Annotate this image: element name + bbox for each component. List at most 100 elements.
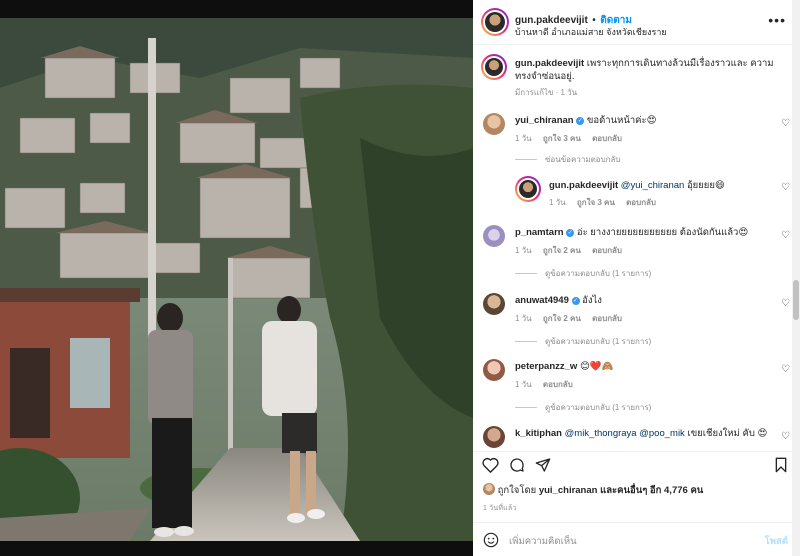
post-photo[interactable] [0, 18, 473, 541]
reply-meta: 1 วัน ถูกใจ 3 คน ตอบกลับ [549, 196, 665, 209]
comment-username[interactable]: p_namtarn [515, 227, 564, 238]
post-comment-button[interactable]: โพสต์ [765, 534, 788, 549]
reply-body: อุ้ยยยย😄 [686, 180, 725, 191]
post-side-panel: gun.pakdeevijit • ติดตาม บ้านหาดี อำเภอแ… [473, 0, 800, 556]
post-timestamp[interactable]: 1 วันที่แล้ว [483, 503, 517, 514]
caption-meta: มีการแก้ไข · 1 วัน [515, 88, 578, 97]
location-link[interactable]: บ้านหาดี อำเภอแม่สาย จังหวัดเชียงราย [515, 25, 667, 39]
hide-replies-button[interactable]: ซ่อนข้อความตอบกลับ [515, 153, 621, 166]
comment-reply-button[interactable]: ตอบกลับ [592, 246, 622, 255]
bookmark-icon[interactable] [774, 457, 788, 478]
replies-toggle-label: ซ่อนข้อความตอบกลับ [545, 155, 621, 164]
verified-badge-icon: ✓ [571, 297, 580, 305]
comment-like-heart-icon[interactable]: ♡ [781, 431, 790, 442]
replies-divider [515, 407, 537, 409]
reply-text: gun.pakdeevijit @yui_chiranan อุ้ยยยย😄 [549, 179, 769, 192]
comment-item: anuwat4949 ✓ อังไง 1 วัน ถูกใจ 2 คน ตอบก… [473, 290, 800, 352]
caption-text: gun.pakdeevijit เพราะทุกการเดินทางล้วนมี… [515, 57, 785, 83]
reply-mention-link[interactable]: @yui_chiranan [621, 180, 685, 191]
add-comment-bar: โพสต์ [473, 522, 800, 556]
replies-divider [515, 341, 537, 343]
comment-icon[interactable] [509, 457, 525, 478]
comment-input[interactable] [507, 532, 751, 550]
comment-reply-button[interactable]: ตอบกลับ [592, 314, 622, 323]
comment-body: อ่ะ ยางงายยยยยยยยยยย ต้องนัดกันแล้ว😍 [576, 227, 749, 238]
comment-avatar[interactable] [483, 293, 505, 315]
comment-reply-button[interactable]: ตอบกลับ [543, 380, 573, 389]
comment-item: yui_chiranan ✓ ขอด้านหน้าค่ะ😍 1 วัน ถูกใ… [473, 110, 800, 170]
scrollbar-thumb[interactable] [793, 280, 799, 320]
comment-avatar[interactable] [483, 359, 505, 381]
comment-meta: 1 วัน ถูกใจ 2 คน ตอบกลับ [515, 244, 631, 257]
view-replies-button[interactable]: ดูข้อความตอบกลับ (1 รายการ) [515, 401, 651, 414]
liker-username[interactable]: yui_chiranan [539, 485, 598, 496]
comment-username[interactable]: k_kitiphan [515, 428, 562, 439]
page-scrollbar[interactable] [792, 0, 800, 556]
comment-reply-button[interactable]: ตอบกลับ [592, 134, 622, 143]
more-options-icon[interactable]: ••• [768, 12, 786, 28]
reply-like-heart-icon[interactable]: ♡ [781, 182, 790, 193]
comment-username[interactable]: anuwat4949 [515, 295, 569, 306]
post-actions-bar [473, 451, 800, 478]
caption-username[interactable]: gun.pakdeevijit [515, 58, 584, 69]
comment-like-heart-icon[interactable]: ♡ [781, 298, 790, 309]
comment-text: k_kitiphan @mik_thongraya @poo_mik เขยเช… [515, 427, 780, 440]
replies-divider [515, 159, 537, 161]
comment-body: อังไง [582, 295, 602, 306]
photo-illustration [0, 18, 473, 541]
share-icon[interactable] [535, 457, 551, 478]
replies-toggle-label: ดูข้อความตอบกลับ (1 รายการ) [545, 403, 652, 412]
comment-likes-button[interactable]: ถูกใจ 2 คน [543, 314, 581, 323]
likes-count-link[interactable]: และคนอื่นๆ อีก 4,776 คน [600, 485, 703, 496]
comment-like-heart-icon[interactable]: ♡ [781, 364, 790, 375]
comment-meta: 1 วัน ตอบกลับ [515, 378, 582, 391]
caption-row: gun.pakdeevijit เพราะทุกการเดินทางล้วนมี… [473, 54, 800, 104]
caption-avatar[interactable] [481, 54, 507, 80]
comment-text: peterpanzz_w 😊❤️🙈 [515, 360, 765, 373]
comment-like-heart-icon[interactable]: ♡ [781, 230, 790, 241]
comment-avatar[interactable] [483, 426, 505, 448]
reply-time: 1 วัน [549, 198, 566, 207]
comment-text: anuwat4949 ✓ อังไง [515, 294, 765, 307]
comment-mention-link[interactable]: @mik_thongraya [565, 428, 637, 439]
comment-mention-link[interactable]: @poo_mik [639, 428, 685, 439]
verified-badge-icon: ✓ [576, 117, 585, 125]
comment-time: 1 วัน [515, 246, 532, 255]
verified-badge-icon: ✓ [566, 229, 575, 237]
comment-body: เขยเชียงใหม่ คับ 😍 [687, 428, 768, 439]
comment-text: yui_chiranan ✓ ขอด้านหน้าค่ะ😍 [515, 114, 765, 127]
comment-meta: 1 วัน ถูกใจ 2 คน ตอบกลับ [515, 312, 631, 325]
likes-prefix: ถูกใจโดย [497, 485, 537, 496]
comment-item: peterpanzz_w 😊❤️🙈 1 วัน ตอบกลับ ♡ ดูข้อค… [473, 356, 800, 418]
comment-time: 1 วัน [515, 314, 532, 323]
reply-item: gun.pakdeevijit @yui_chiranan อุ้ยยยย😄 1… [473, 176, 800, 212]
replies-divider [515, 273, 537, 275]
reply-likes-button[interactable]: ถูกใจ 3 คน [577, 198, 615, 207]
comment-username[interactable]: yui_chiranan [515, 115, 574, 126]
view-replies-button[interactable]: ดูข้อความตอบกลับ (1 รายการ) [515, 267, 651, 280]
comment-likes-button[interactable]: ถูกใจ 3 คน [543, 134, 581, 143]
comment-avatar[interactable] [483, 225, 505, 247]
comment-meta: 1 วัน ถูกใจ 3 คน ตอบกลับ [515, 132, 631, 145]
likes-summary: ถูกใจโดย yui_chiranan และคนอื่นๆ อีก 4,7… [483, 483, 703, 498]
heart-icon[interactable] [482, 457, 499, 478]
comment-item: k_kitiphan @mik_thongraya @poo_mik เขยเช… [473, 423, 800, 451]
emoji-icon[interactable] [483, 532, 499, 553]
author-avatar[interactable] [481, 8, 509, 36]
comment-username[interactable]: peterpanzz_w [515, 361, 577, 372]
comment-body: ขอด้านหน้าค่ะ😍 [586, 115, 657, 126]
comment-body: 😊❤️🙈 [579, 361, 614, 372]
reply-reply-button[interactable]: ตอบกลับ [626, 198, 656, 207]
view-replies-button[interactable]: ดูข้อความตอบกลับ (1 รายการ) [515, 335, 651, 348]
reply-avatar[interactable] [515, 176, 541, 202]
liker-avatar[interactable] [483, 483, 495, 495]
comment-time: 1 วัน [515, 380, 532, 389]
comment-text: p_namtarn ✓ อ่ะ ยางงายยยยยยยยยยย ต้องนัด… [515, 226, 775, 239]
comment-likes-button[interactable]: ถูกใจ 2 คน [543, 246, 581, 255]
reply-username[interactable]: gun.pakdeevijit [549, 180, 618, 191]
comment-time: 1 วัน [515, 134, 532, 143]
comment-avatar[interactable] [483, 113, 505, 135]
comments-list[interactable]: gun.pakdeevijit เพราะทุกการเดินทางล้วนมี… [473, 46, 800, 451]
replies-toggle-label: ดูข้อความตอบกลับ (1 รายการ) [545, 337, 652, 346]
comment-like-heart-icon[interactable]: ♡ [781, 118, 790, 129]
